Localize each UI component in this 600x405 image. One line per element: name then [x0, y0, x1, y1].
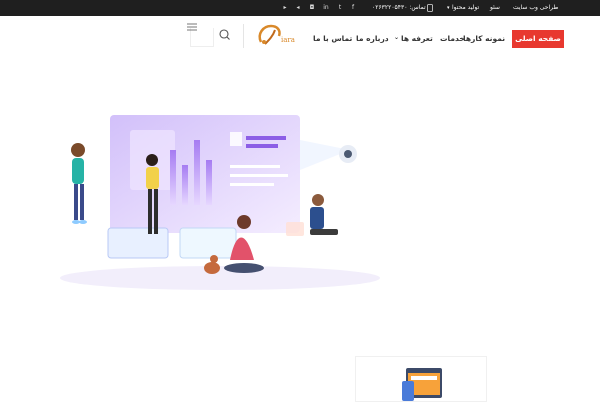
nav-services[interactable]: خدمات	[440, 34, 465, 43]
logo-text: iara	[281, 36, 295, 44]
menu-icon[interactable]	[186, 18, 198, 31]
chevron-down-icon: ⌄	[394, 34, 400, 41]
youtube-icon[interactable]: ▸	[281, 4, 289, 12]
telegram-icon[interactable]: ◂	[294, 4, 302, 12]
service-card[interactable]	[355, 356, 487, 402]
main-navigation	[0, 16, 600, 62]
home-button[interactable]: صفحه اصلی	[512, 30, 564, 48]
nav-portfolio[interactable]: نمونه کارها	[463, 34, 505, 43]
topbar-seo-link[interactable]: سئو	[490, 4, 500, 12]
phone-icon	[427, 4, 433, 12]
nav-contact[interactable]: تماس با ما	[313, 34, 352, 43]
browser-icon	[402, 367, 444, 405]
topbar-site-design-link[interactable]: طراحی وب سایت	[513, 4, 558, 12]
nav-about[interactable]: درباره ما	[356, 34, 389, 43]
hero-illustration	[50, 110, 390, 300]
top-bar: طراحی وب سایت سئو تولید محتوا ▾ تماس: ۰۲…	[0, 0, 600, 16]
nav-pricing[interactable]: تعرفه ها	[401, 34, 433, 43]
chevron-down-icon: ▾	[447, 5, 450, 11]
search-icon[interactable]	[216, 27, 232, 43]
linkedin-icon[interactable]: in	[322, 4, 330, 12]
instagram-icon[interactable]: ◘	[308, 4, 316, 12]
facebook-icon[interactable]: f	[349, 4, 357, 12]
site-logo[interactable]	[255, 22, 295, 48]
topbar-content-link[interactable]: تولید محتوا	[452, 4, 479, 12]
topbar-phone[interactable]: تماس: ۰۲۶۳۲۲۰۵۴۳۰	[372, 4, 426, 12]
nav-divider	[243, 24, 244, 48]
twitter-icon[interactable]: t	[336, 4, 344, 12]
